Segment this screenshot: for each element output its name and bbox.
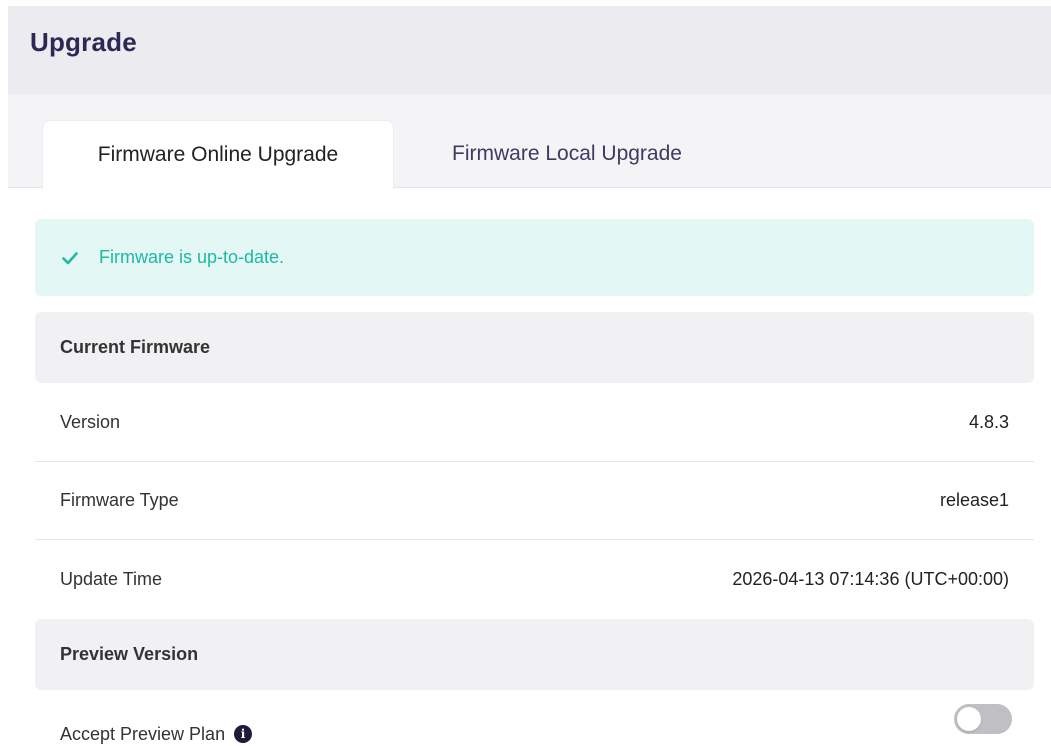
accept-preview-plan-label-group: Accept Preview Plan i xyxy=(60,723,253,745)
status-alert: Firmware is up-to-date. xyxy=(35,219,1034,296)
check-icon xyxy=(61,249,79,267)
update-time-value: 2026-04-13 07:14:36 (UTC+00:00) xyxy=(732,568,1009,589)
tab-firmware-local-upgrade[interactable]: Firmware Local Upgrade xyxy=(410,120,724,188)
version-label: Version xyxy=(60,412,121,432)
info-icon[interactable]: i xyxy=(234,725,253,743)
tab-firmware-online-upgrade[interactable]: Firmware Online Upgrade xyxy=(42,120,394,189)
version-value: 4.8.3 xyxy=(968,412,1009,432)
accept-preview-plan-label: Accept Preview Plan xyxy=(60,723,226,744)
tab-bar: Firmware Online Upgrade Firmware Local U… xyxy=(8,94,1051,189)
accept-preview-plan-row: Accept Preview Plan i xyxy=(35,698,1034,746)
firmware-type-row: Firmware Type release1 xyxy=(35,462,1034,540)
upgrade-page: Upgrade Firmware Online Upgrade Firmware… xyxy=(0,0,1051,746)
firmware-version-row: Version 4.8.3 xyxy=(35,384,1034,462)
status-message: Firmware is up-to-date. xyxy=(99,247,285,267)
current-firmware-header: Current Firmware xyxy=(35,312,1034,383)
update-time-row: Update Time 2026-04-13 07:14:36 (UTC+00:… xyxy=(35,540,1034,618)
update-time-label: Update Time xyxy=(60,568,163,589)
page-title: Upgrade xyxy=(30,27,137,57)
firmware-type-label: Firmware Type xyxy=(60,490,179,510)
page-header: Upgrade xyxy=(8,6,1051,94)
firmware-type-value: release1 xyxy=(939,490,1009,510)
preview-version-header: Preview Version xyxy=(35,619,1034,690)
toggle-knob xyxy=(957,707,981,731)
accept-preview-plan-toggle[interactable] xyxy=(954,704,1012,734)
